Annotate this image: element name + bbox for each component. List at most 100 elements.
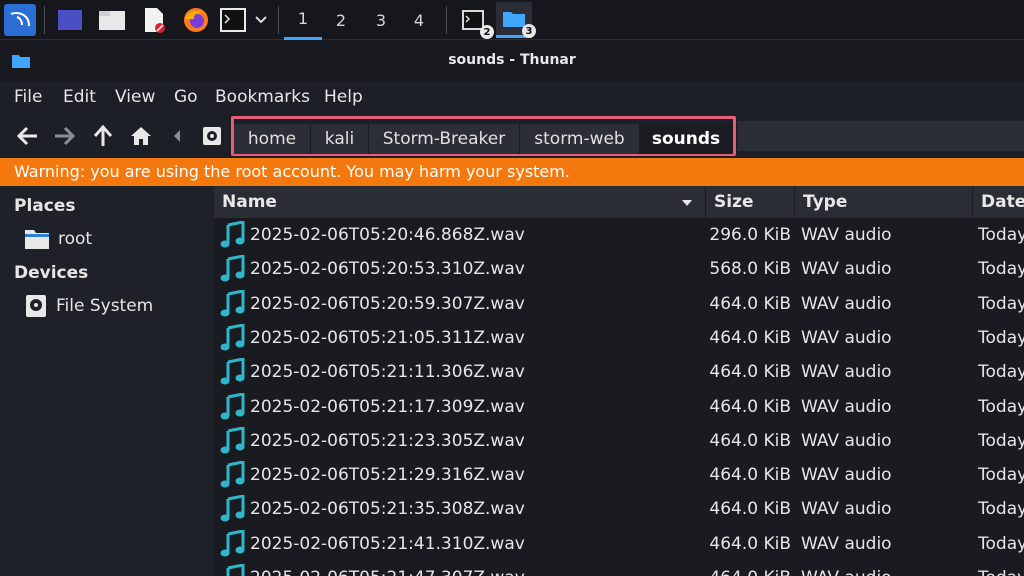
path-bar-filler — [738, 121, 1024, 151]
sidebar-devices-heading: Devices — [14, 263, 89, 283]
path-crumb-storm-breaker[interactable]: Storm-Breaker — [369, 124, 520, 154]
column-name-header[interactable]: Name — [214, 186, 706, 218]
file-type: WAV audio — [801, 499, 892, 520]
sidebar-item-label: File System — [56, 296, 154, 316]
file-size: 464.0 KiB — [709, 533, 791, 554]
menu-help[interactable]: Help — [324, 87, 363, 107]
drive-icon — [26, 295, 46, 317]
taskbar-separator — [278, 6, 279, 34]
file-row[interactable]: 2025-02-06T05:21:29.316Z.wav 464.0 KiB WAV… — [214, 458, 1024, 492]
column-size-header[interactable]: Size — [706, 186, 795, 218]
file-row[interactable]: 2025-02-06T05:21:23.305Z.wav 464.0 KiB WAV… — [214, 424, 1024, 458]
arrow-left-icon — [16, 126, 37, 146]
sidebar-item-root[interactable]: root — [24, 225, 92, 253]
audio-file-icon — [220, 426, 245, 454]
menu-view[interactable]: View — [115, 87, 155, 107]
terminal-launcher-icon[interactable] — [218, 4, 248, 36]
filesystem-root-button[interactable] — [198, 122, 226, 150]
file-type: WAV audio — [801, 259, 892, 280]
kali-menu-icon[interactable] — [4, 4, 36, 36]
file-type: WAV audio — [801, 561, 892, 576]
audio-file-icon — [220, 358, 245, 385]
file-size: 464.0 KiB — [709, 430, 791, 451]
file-size: 464.0 KiB — [709, 362, 791, 383]
file-name-cell: 2025-02-06T05:20:46.868Z.wav — [220, 218, 525, 252]
path-crumb-home[interactable]: home — [234, 124, 311, 154]
file-row[interactable]: 2025-02-06T05:21:47.307Z.wav 464.0 KiB WAV… — [214, 561, 1024, 576]
file-name: 2025-02-06T05:20:59.307Z.wav — [250, 293, 525, 314]
file-name: 2025-02-06T05:21:11.306Z.wav — [250, 362, 525, 383]
file-name: 2025-02-06T05:20:46.868Z.wav — [250, 225, 525, 245]
file-name-cell: 2025-02-06T05:21:29.316Z.wav — [220, 458, 525, 492]
path-crumb-kali[interactable]: kali — [311, 124, 369, 154]
column-date-header[interactable]: Date — [973, 186, 1024, 218]
menu-go[interactable]: Go — [174, 87, 198, 107]
file-date: Today — [978, 465, 1024, 486]
parent-folder-button[interactable] — [88, 122, 118, 150]
menu-edit[interactable]: Edit — [63, 87, 96, 107]
taskbar-separator — [44, 6, 45, 34]
file-row[interactable]: 2025-02-06T05:20:59.307Z.wav 464.0 KiB WAV… — [214, 287, 1024, 321]
thunar-window-button[interactable]: 3 — [496, 2, 536, 38]
file-row[interactable]: 2025-02-06T05:21:41.310Z.wav 464.0 KiB WAV… — [214, 527, 1024, 561]
file-size: 568.0 KiB — [709, 259, 791, 280]
file-type: WAV audio — [801, 225, 892, 245]
file-name-cell: 2025-02-06T05:21:47.307Z.wav — [220, 561, 525, 576]
file-row[interactable]: 2025-02-06T05:21:05.311Z.wav 464.0 KiB WAV… — [214, 321, 1024, 355]
file-manager-launcher-icon[interactable] — [96, 4, 128, 36]
file-date: Today — [978, 430, 1024, 451]
file-row[interactable]: 2025-02-06T05:21:17.309Z.wav 464.0 KiB WAV… — [214, 390, 1024, 424]
workspace-2-button[interactable]: 2 — [322, 0, 360, 40]
back-button[interactable] — [12, 122, 42, 150]
menu-file[interactable]: File — [14, 87, 42, 107]
menu-bookmarks[interactable]: Bookmarks — [215, 87, 310, 107]
file-date: Today — [978, 225, 1024, 245]
file-size: 464.0 KiB — [709, 327, 791, 348]
text-editor-launcher-icon[interactable] — [138, 4, 170, 36]
file-size: 464.0 KiB — [709, 499, 791, 520]
file-name: 2025-02-06T05:21:23.305Z.wav — [250, 430, 525, 451]
home-folder-icon — [25, 230, 49, 249]
chevron-down-icon[interactable] — [250, 4, 272, 36]
menubar: File Edit View Go Bookmarks Help — [0, 82, 1024, 114]
file-name: 2025-02-06T05:21:41.310Z.wav — [250, 533, 525, 554]
file-name-cell: 2025-02-06T05:21:11.306Z.wav — [220, 355, 525, 389]
forward-button[interactable] — [50, 122, 80, 150]
file-name-cell: 2025-02-06T05:21:17.309Z.wav — [220, 390, 525, 424]
arrow-up-icon — [93, 124, 113, 146]
window-titlebar[interactable]: sounds - Thunar — [0, 40, 1024, 82]
sidebar-item-label: root — [58, 229, 93, 249]
file-name-cell: 2025-02-06T05:21:41.310Z.wav — [220, 527, 525, 561]
terminal-window-button[interactable]: 2 — [456, 4, 494, 39]
chevron-left-icon — [174, 130, 180, 142]
file-name: 2025-02-06T05:21:29.316Z.wav — [250, 465, 525, 486]
file-row[interactable]: 2025-02-06T05:21:11.306Z.wav 464.0 KiB WAV… — [214, 355, 1024, 389]
root-warning-banner: Warning: you are using the root account.… — [0, 158, 1024, 186]
firefox-icon[interactable] — [180, 4, 212, 36]
path-scroll-left-button[interactable] — [166, 122, 188, 150]
file-row[interactable]: 2025-02-06T05:20:46.868Z.wav 296.0 KiB WAV… — [214, 218, 1024, 252]
path-crumb-storm-web[interactable]: storm-web — [520, 124, 640, 154]
workspace-4-button[interactable]: 4 — [400, 0, 438, 40]
sidebar: Places root Devices File System — [0, 186, 214, 576]
file-row[interactable]: 2025-02-06T05:21:35.308Z.wav 464.0 KiB WAV… — [214, 492, 1024, 526]
file-row[interactable]: 2025-02-06T05:20:53.310Z.wav 568.0 KiB WAV… — [214, 252, 1024, 286]
workspace-1-button[interactable]: 1 — [284, 0, 322, 40]
file-date: Today — [978, 561, 1024, 576]
file-name: 2025-02-06T05:21:05.311Z.wav — [250, 327, 525, 348]
sidebar-item-file-system[interactable]: File System — [24, 292, 153, 320]
home-button[interactable] — [126, 122, 156, 150]
taskbar: 1 2 3 4 2 3 — [0, 0, 1024, 40]
drive-icon — [203, 127, 221, 145]
file-name: 2025-02-06T05:21:35.308Z.wav — [250, 499, 525, 520]
audio-file-icon — [220, 461, 245, 488]
window-title: sounds - Thunar — [448, 52, 576, 68]
file-list-view: Name Size Type Date 2025-02-06T05:20:46.… — [214, 186, 1024, 576]
path-crumb-sounds[interactable]: sounds — [640, 124, 733, 154]
column-type-header[interactable]: Type — [795, 186, 973, 218]
show-desktop-icon[interactable] — [54, 4, 86, 36]
file-name-cell: 2025-02-06T05:21:05.311Z.wav — [220, 321, 525, 355]
file-size: 464.0 KiB — [709, 465, 791, 486]
toolbar: home kali Storm-Breaker storm-web sounds — [0, 114, 1024, 158]
workspace-3-button[interactable]: 3 — [362, 0, 400, 40]
